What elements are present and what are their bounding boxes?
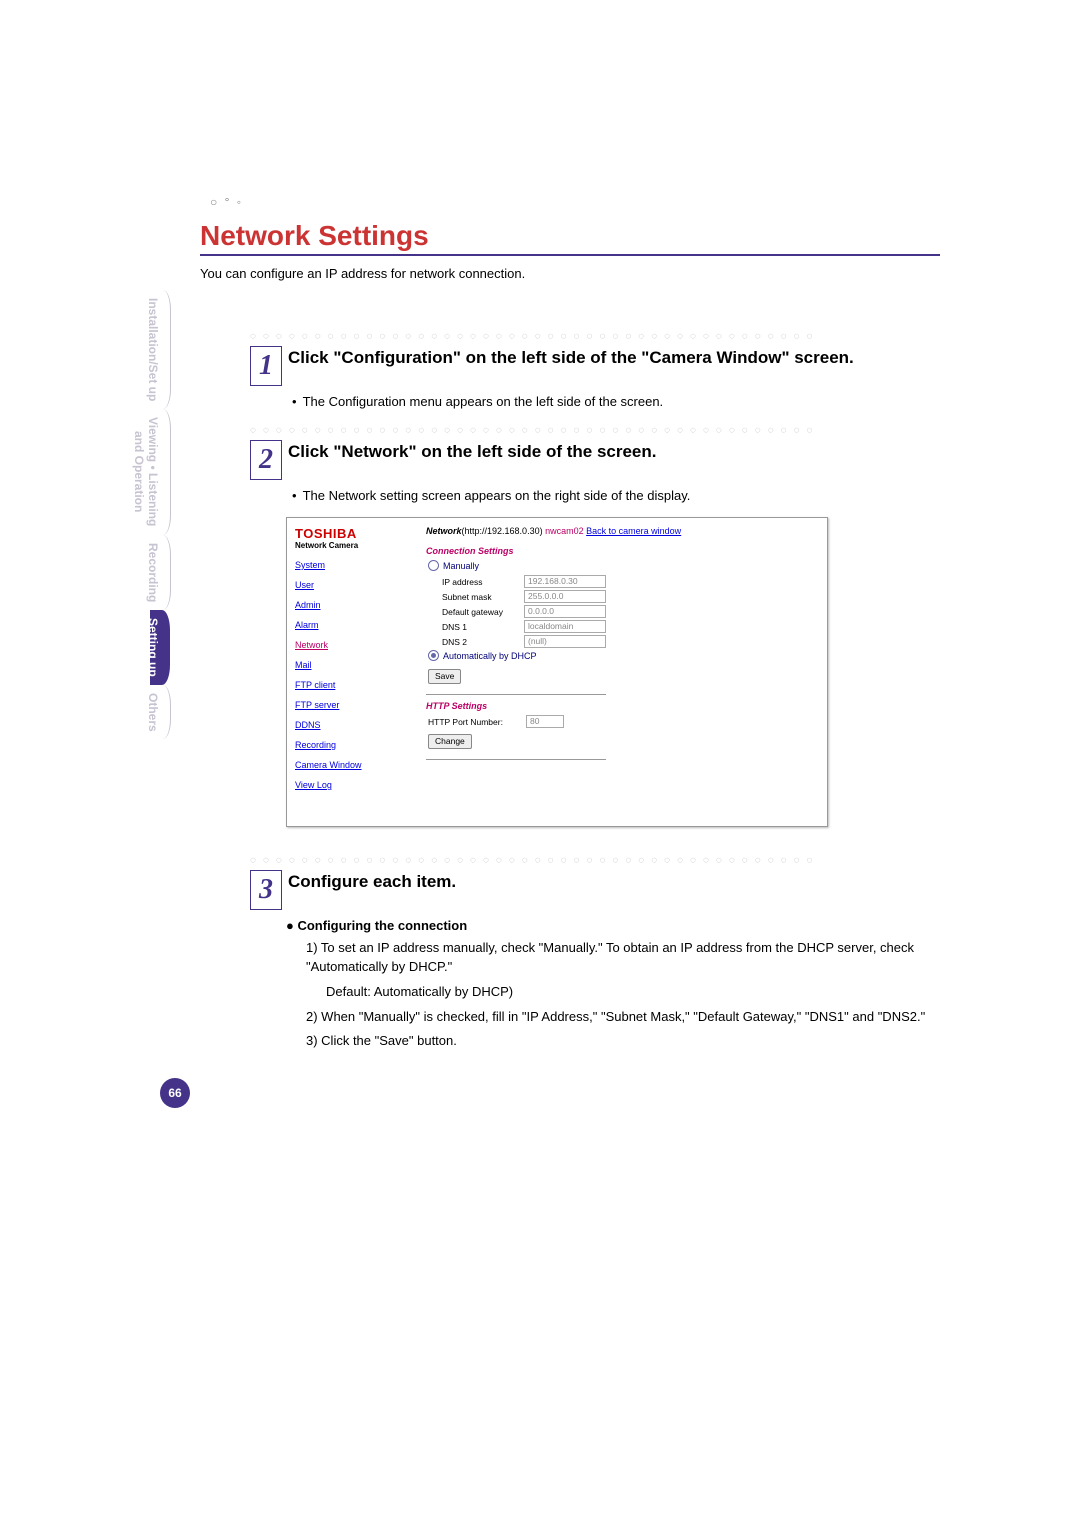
title-rule — [200, 254, 940, 256]
conn-heading: Connection Settings — [426, 546, 819, 556]
menu-recording[interactable]: Recording — [295, 740, 410, 750]
http-port-label: HTTP Port Number: — [428, 717, 526, 727]
separator — [426, 759, 606, 760]
menu-ftp-server[interactable]: FTP server — [295, 700, 410, 710]
step-number-3: 3 — [250, 870, 282, 910]
change-button[interactable]: Change — [428, 734, 472, 749]
ss-main: Network(http://192.168.0.30) nwcam02 Bac… — [418, 518, 827, 826]
step-1: ◌◌◌◌◌◌◌◌◌◌◌◌◌◌◌◌◌◌◌◌◌◌◌◌◌◌◌◌◌◌◌◌◌◌◌◌◌◌◌◌… — [250, 331, 940, 409]
radio-off-icon — [428, 560, 439, 571]
dns2-label: DNS 2 — [442, 637, 524, 647]
dot-row: ◌◌◌◌◌◌◌◌◌◌◌◌◌◌◌◌◌◌◌◌◌◌◌◌◌◌◌◌◌◌◌◌◌◌◌◌◌◌◌◌… — [250, 425, 940, 436]
menu-view-log[interactable]: View Log — [295, 780, 410, 790]
page-title: Network Settings — [200, 220, 940, 252]
menu-admin[interactable]: Admin — [295, 600, 410, 610]
step-1-bullet: The Configuration menu appears on the le… — [303, 394, 664, 409]
step-title-2: Click "Network" on the left side of the … — [288, 440, 656, 462]
step-3: ◌◌◌◌◌◌◌◌◌◌◌◌◌◌◌◌◌◌◌◌◌◌◌◌◌◌◌◌◌◌◌◌◌◌◌◌◌◌◌◌… — [250, 855, 940, 1051]
step-2: ◌◌◌◌◌◌◌◌◌◌◌◌◌◌◌◌◌◌◌◌◌◌◌◌◌◌◌◌◌◌◌◌◌◌◌◌◌◌◌◌… — [250, 425, 940, 827]
separator — [426, 694, 606, 695]
ip-label: IP address — [442, 577, 524, 587]
step-number-1: 1 — [250, 346, 282, 386]
brand: TOSHIBA — [295, 526, 410, 541]
intro-text: You can configure an IP address for netw… — [200, 266, 940, 281]
http-port-field[interactable]: 80 — [526, 715, 564, 728]
menu-alarm[interactable]: Alarm — [295, 620, 410, 630]
menu-ddns[interactable]: DDNS — [295, 720, 410, 730]
step-title-1: Click "Configuration" on the left side o… — [288, 346, 854, 368]
mask-label: Subnet mask — [442, 592, 524, 602]
radio-auto-label: Automatically by DHCP — [443, 651, 537, 661]
ss-sidebar: TOSHIBA Network Camera System User Admin… — [287, 518, 418, 826]
dns1-field[interactable]: localdomain — [524, 620, 606, 633]
menu-ftp-client[interactable]: FTP client — [295, 680, 410, 690]
embedded-screenshot: TOSHIBA Network Camera System User Admin… — [286, 517, 828, 827]
tab-viewing: Viewing • Listening and Operation — [150, 409, 171, 534]
dot-row: ◌◌◌◌◌◌◌◌◌◌◌◌◌◌◌◌◌◌◌◌◌◌◌◌◌◌◌◌◌◌◌◌◌◌◌◌◌◌◌◌… — [250, 855, 940, 866]
step-2-bullet: The Network setting screen appears on th… — [303, 488, 691, 503]
http-heading: HTTP Settings — [426, 701, 819, 711]
tab-setting-up: Setting up — [150, 610, 170, 685]
radio-manually[interactable]: Manually — [428, 560, 819, 571]
ss-breadcrumb: Network(http://192.168.0.30) nwcam02 Bac… — [426, 526, 819, 536]
tab-installation: Installation/Set up — [150, 290, 171, 409]
cfg-subheading: Configuring the connection — [286, 918, 940, 933]
gw-field[interactable]: 0.0.0.0 — [524, 605, 606, 618]
gw-label: Default gateway — [442, 607, 524, 617]
decor-bubbles: ○ ° ◦ — [210, 195, 243, 209]
dns2-field[interactable]: (null) — [524, 635, 606, 648]
dns1-label: DNS 1 — [442, 622, 524, 632]
step-number-2: 2 — [250, 440, 282, 480]
tab-recording: Recording — [150, 535, 171, 610]
page-number: 66 — [160, 1078, 190, 1108]
bc-host: (http://192.168.0.30) — [462, 526, 543, 536]
side-tabs: Installation/Set up Viewing • Listening … — [150, 290, 170, 1060]
bc-back-link[interactable]: Back to camera window — [586, 526, 681, 536]
radio-manually-label: Manually — [443, 561, 479, 571]
cfg-item-3: 3) Click the "Save" button. — [306, 1032, 940, 1051]
step-title-3: Configure each item. — [288, 870, 456, 892]
menu-system[interactable]: System — [295, 560, 410, 570]
brand-sub: Network Camera — [295, 541, 410, 550]
bc-label: Network — [426, 526, 462, 536]
cfg-item-2: 2) When "Manually" is checked, fill in "… — [306, 1008, 940, 1027]
mask-field[interactable]: 255.0.0.0 — [524, 590, 606, 603]
save-button[interactable]: Save — [428, 669, 461, 684]
menu-user[interactable]: User — [295, 580, 410, 590]
menu-mail[interactable]: Mail — [295, 660, 410, 670]
menu-network[interactable]: Network — [295, 640, 410, 650]
cfg-item-1: 1) To set an IP address manually, check … — [306, 939, 940, 977]
tab-others: Others — [150, 685, 171, 740]
dot-row: ◌◌◌◌◌◌◌◌◌◌◌◌◌◌◌◌◌◌◌◌◌◌◌◌◌◌◌◌◌◌◌◌◌◌◌◌◌◌◌◌… — [250, 331, 940, 342]
cfg-item-1-default: Default: Automatically by DHCP) — [326, 983, 940, 1002]
menu-camera-window[interactable]: Camera Window — [295, 760, 410, 770]
bc-cam: nwcam02 — [545, 526, 584, 536]
ip-field[interactable]: 192.168.0.30 — [524, 575, 606, 588]
radio-on-icon — [428, 650, 439, 661]
radio-auto-dhcp[interactable]: Automatically by DHCP — [428, 650, 819, 661]
